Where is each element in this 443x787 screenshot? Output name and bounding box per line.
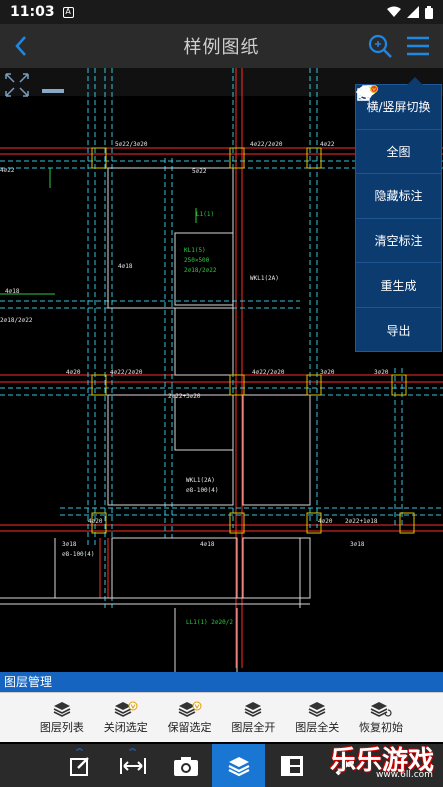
layers-icon: [53, 701, 71, 717]
label-s: 3⌀20: [320, 369, 335, 376]
menu-item-fullview[interactable]: 全图: [356, 85, 441, 175]
notification-icon: A: [62, 6, 74, 18]
label-d2: 4⌀22: [0, 167, 15, 174]
close-selected-button[interactable]: 关闭选定: [99, 701, 153, 735]
restore-initial-label: 恢复初始: [359, 720, 404, 734]
layers-restore-icon: [370, 701, 392, 717]
tool-spacer: [0, 744, 53, 787]
export-send-icon: [357, 85, 378, 100]
label-q: 4⌀20: [66, 369, 81, 376]
close-selected-label: 关闭选定: [103, 720, 148, 734]
signal-icon: [407, 6, 419, 18]
layout-tool[interactable]: [265, 744, 318, 787]
camera-icon: [173, 756, 198, 776]
layers-close-icon: [114, 701, 138, 717]
zoom-search-icon[interactable]: [366, 32, 394, 60]
layers-tool[interactable]: [212, 744, 265, 787]
measure-arrow-icon: [119, 757, 146, 774]
label-o: LL1(1) 2⌀20/2: [186, 619, 233, 626]
menu-item-clear-label: 清空标注: [374, 234, 423, 249]
label-p: ⌀8-100(4): [186, 487, 219, 494]
label-g: 250×500: [184, 257, 210, 264]
label-k2: 3⌀18: [350, 541, 365, 548]
label-r: 2⌀22+3⌀20: [168, 393, 201, 400]
label-q2: 4⌀20: [88, 518, 103, 525]
back-arrow-icon[interactable]: [8, 32, 36, 60]
menu-item-hide-label: 隐藏标注: [374, 189, 423, 204]
menu-item-hide-annotations[interactable]: 隐藏标注: [356, 85, 441, 219]
layer-list-button[interactable]: 图层列表: [35, 701, 89, 735]
all-layers-on-label: 图层全开: [231, 720, 276, 734]
all-layers-on-button[interactable]: 图层全开: [226, 701, 280, 735]
label-d: 4⌀22: [320, 141, 335, 148]
measure-tool[interactable]: ︽: [106, 744, 159, 787]
label-q3: 4⌀20: [318, 518, 333, 525]
status-time: 11:03: [10, 4, 55, 20]
green-annotation-lines: [0, 168, 197, 295]
label-s2: 3⌀20: [374, 369, 389, 376]
menu-item-fullview-label: 全图: [386, 144, 411, 159]
label-c2: 4⌀22/2⌀20: [252, 369, 285, 376]
wifi-icon: [387, 6, 401, 17]
restore-initial-button[interactable]: 恢复初始: [354, 701, 408, 735]
title-bar: 样例图纸: [0, 24, 443, 68]
all-layers-off-button[interactable]: 图层全关: [290, 701, 344, 735]
label-h: 2⌀18/2⌀22: [184, 267, 217, 274]
status-bar: 11:03 A: [0, 0, 443, 24]
drawing-canvas[interactable]: 5⌀22/3⌀20 5⌀22 4⌀22/2⌀20 4⌀22 4⌀22 4⌀18 …: [0, 68, 443, 672]
layer-panel-header: 图层管理: [0, 672, 443, 692]
label-l2: WKL1(2A): [186, 477, 215, 484]
expand-up-icon: ︽: [76, 744, 83, 752]
label-h2: 2⌀18/2⌀22: [0, 317, 33, 324]
menu-item-clear-annotations[interactable]: 清空标注: [356, 85, 441, 264]
label-e3: 4⌀18: [200, 541, 215, 548]
battery-icon: [425, 5, 433, 19]
page-title: 样例图纸: [183, 37, 260, 58]
drawing-labels: 5⌀22/3⌀20 5⌀22 4⌀22/2⌀20 4⌀22 4⌀22 4⌀18 …: [0, 141, 389, 626]
label-c: 4⌀22/2⌀20: [250, 141, 283, 148]
layer-list-label: 图层列表: [39, 720, 84, 734]
annotate-tool[interactable]: ︽: [53, 744, 106, 787]
label-k: 3⌀18: [62, 541, 77, 548]
layer-button-row: 图层列表 关闭选定 保留选定 图层全开 图层全关 恢复初始: [0, 692, 443, 742]
menu-item-export-label: 导出: [386, 323, 411, 338]
all-layers-off-label: 图层全关: [295, 720, 340, 734]
scale-bar: [42, 89, 64, 93]
label-b: 5⌀22: [192, 168, 207, 175]
layers-keep-icon: [178, 701, 202, 717]
expand-up-icon: ︽: [129, 744, 136, 752]
layers-all-off-icon: [308, 701, 326, 717]
menu-icon[interactable]: [402, 32, 434, 60]
label-j: 4⌀22/2⌀20: [110, 369, 143, 376]
label-f: KL1(5): [184, 247, 206, 254]
label-e2: 4⌀18: [5, 288, 20, 295]
layers-stack-icon: [228, 756, 249, 776]
layout-panel-icon: [280, 755, 303, 776]
label-l: WKL1(2A): [250, 275, 279, 282]
white-outline-lines: [0, 167, 311, 672]
edit-pencil-icon: [69, 756, 89, 776]
keep-selected-label: 保留选定: [167, 720, 212, 734]
keep-selected-button[interactable]: 保留选定: [163, 701, 217, 735]
menu-item-regenerate[interactable]: RE 重生成: [356, 85, 441, 308]
dropdown-arrow: [407, 77, 423, 85]
watermark-url: www.6ll.com: [376, 770, 433, 780]
label-e: 4⌀18: [118, 263, 133, 270]
options-dropdown-menu: 横/竖屏切换 全图 隐藏标注 清空标注 重生成 导出: [355, 77, 442, 353]
label-p2: ⌀8-100(4): [62, 551, 95, 558]
layer-management-panel: 图层管理 图层列表 关闭选定 保留选定 图层全开 图层全关 恢复初始: [0, 672, 443, 744]
camera-tool[interactable]: [159, 744, 212, 787]
label-n: 2⌀22+1⌀18: [345, 518, 378, 525]
menu-item-regenerate-label: 重生成: [380, 278, 417, 293]
layers-all-on-icon: [245, 701, 262, 717]
label-a: 5⌀22/3⌀20: [115, 141, 148, 148]
menu-item-export[interactable]: 导出: [356, 85, 441, 353]
label-i: L1(1): [196, 211, 214, 218]
status-icons: [387, 5, 433, 19]
